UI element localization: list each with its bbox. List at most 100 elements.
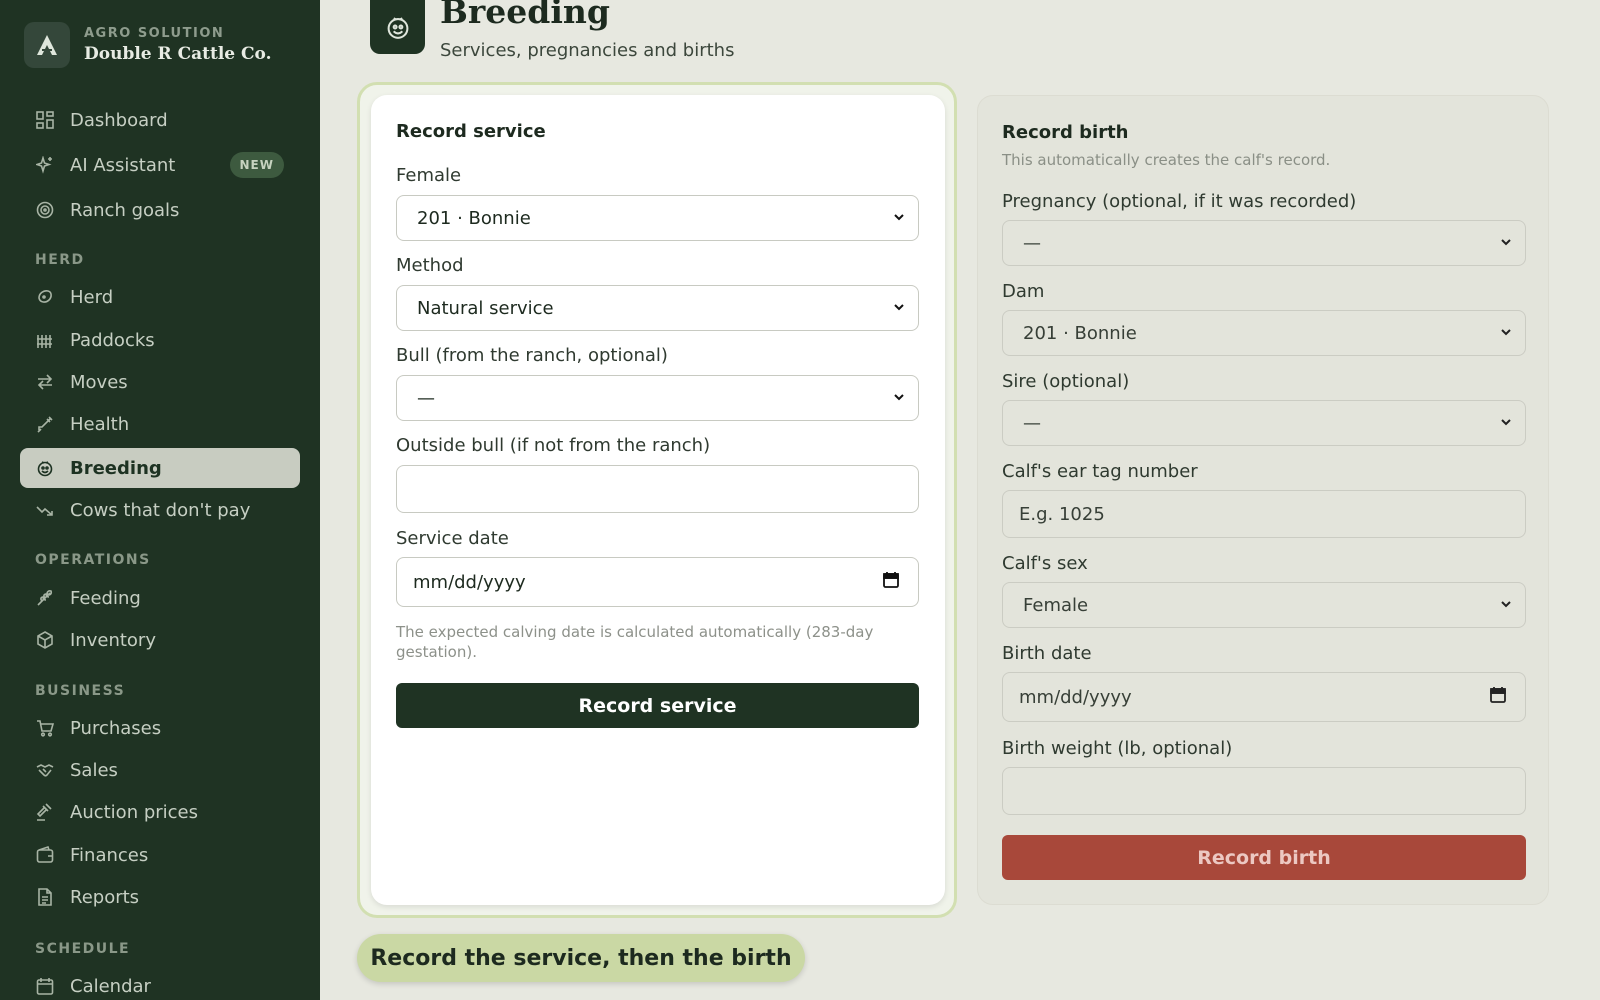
ear-tag-label: Calf's ear tag number bbox=[1002, 461, 1198, 482]
bull-select-value: — bbox=[417, 387, 435, 409]
sidebar-item-label: Breeding bbox=[70, 457, 162, 479]
sidebar-item-reports[interactable]: Reports bbox=[20, 877, 300, 917]
dam-label: Dam bbox=[1002, 281, 1045, 302]
sidebar-item-label: Cows that don't pay bbox=[70, 499, 251, 521]
sidebar-item-feeding[interactable]: Feeding bbox=[20, 578, 300, 618]
chevron-down-icon bbox=[894, 214, 904, 221]
new-badge: NEW bbox=[229, 152, 284, 178]
sidebar-item-label: Inventory bbox=[70, 629, 156, 651]
method-select[interactable]: Natural service bbox=[396, 285, 919, 331]
sidebar-item-label: Herd bbox=[70, 286, 114, 308]
instruction-callout: Record the service, then the birth bbox=[357, 934, 805, 982]
sidebar-item-label: Finances bbox=[70, 844, 149, 866]
bull-label: Bull (from the ranch, optional) bbox=[396, 345, 668, 366]
record-birth-button[interactable]: Record birth bbox=[1002, 835, 1526, 880]
breeding-icon bbox=[35, 458, 55, 478]
calendar-icon bbox=[35, 976, 55, 996]
handshake-icon bbox=[35, 760, 55, 780]
sidebar-item-breeding[interactable]: Breeding bbox=[20, 448, 300, 488]
calving-note: The expected calving date is calculated … bbox=[396, 623, 874, 661]
sidebar-item-moves[interactable]: Moves bbox=[20, 362, 300, 402]
target-icon bbox=[35, 200, 55, 220]
box-icon bbox=[35, 630, 55, 650]
calf-sex-select[interactable]: Female bbox=[1002, 582, 1526, 628]
record-service-card: Record service Female 201 · Bonnie Metho… bbox=[371, 95, 945, 905]
sidebar-item-auction-prices[interactable]: Auction prices bbox=[20, 792, 300, 832]
wallet-icon bbox=[35, 845, 55, 865]
cart-icon bbox=[35, 718, 55, 738]
female-select[interactable]: 201 · Bonnie bbox=[396, 195, 919, 241]
sidebar-item-label: Paddocks bbox=[70, 329, 155, 351]
method-label: Method bbox=[396, 255, 464, 276]
sidebar-item-label: Calendar bbox=[70, 975, 151, 997]
sidebar-item-dashboard[interactable]: Dashboard bbox=[20, 100, 300, 140]
sidebar-item-ranch-goals[interactable]: Ranch goals bbox=[20, 190, 300, 230]
calendar-icon[interactable] bbox=[1489, 686, 1507, 704]
sidebar-item-label: Ranch goals bbox=[70, 199, 180, 221]
sidebar-item-paddocks[interactable]: Paddocks bbox=[20, 320, 300, 360]
sidebar-item-inventory[interactable]: Inventory bbox=[20, 620, 300, 660]
breeding-header-icon bbox=[370, 0, 425, 54]
sidebar-item-label: Dashboard bbox=[70, 109, 168, 131]
record-service-title: Record service bbox=[396, 121, 546, 142]
record-service-button[interactable]: Record service bbox=[396, 683, 919, 728]
sidebar-item-purchases[interactable]: Purchases bbox=[20, 708, 300, 748]
service-date-label: Service date bbox=[396, 528, 509, 549]
section-label-schedule: SCHEDULE bbox=[35, 941, 131, 957]
ear-tag-input[interactable]: E.g. 1025 bbox=[1002, 490, 1526, 538]
sidebar-item-label: AI Assistant bbox=[70, 154, 176, 176]
syringe-icon bbox=[35, 414, 55, 434]
logo-icon bbox=[24, 22, 70, 68]
sidebar-item-label: Sales bbox=[70, 759, 118, 781]
chevron-down-icon bbox=[1501, 329, 1511, 336]
birth-date-label: Birth date bbox=[1002, 643, 1092, 664]
sidebar-item-label: Purchases bbox=[70, 717, 162, 739]
sidebar-item-health[interactable]: Health bbox=[20, 404, 300, 444]
female-label: Female bbox=[396, 165, 462, 186]
section-label-business: BUSINESS bbox=[35, 683, 126, 699]
birth-date-input[interactable]: mm/dd/yyyy bbox=[1002, 672, 1526, 722]
sidebar-item-sales[interactable]: Sales bbox=[20, 750, 300, 790]
sire-select-value: — bbox=[1023, 412, 1041, 434]
bull-select[interactable]: — bbox=[396, 375, 919, 421]
dam-select[interactable]: 201 · Bonnie bbox=[1002, 310, 1526, 356]
birth-weight-input[interactable] bbox=[1002, 767, 1526, 815]
calendar-icon[interactable] bbox=[882, 571, 900, 589]
chevron-down-icon bbox=[1501, 239, 1511, 246]
page-title: Breeding bbox=[440, 0, 610, 31]
outside-bull-input[interactable] bbox=[396, 465, 919, 513]
sidebar-item-finances[interactable]: Finances bbox=[20, 835, 300, 875]
brand[interactable]: AGRO SOLUTION Double R Cattle Co. bbox=[24, 22, 272, 68]
section-label-herd: HERD bbox=[35, 252, 85, 268]
record-birth-card: Record birth This automatically creates … bbox=[977, 95, 1549, 905]
sidebar-item-cows-that-dont-pay[interactable]: Cows that don't pay bbox=[20, 490, 300, 530]
dam-select-value: 201 · Bonnie bbox=[1023, 322, 1137, 344]
document-icon bbox=[35, 887, 55, 907]
sparkle-icon bbox=[35, 155, 55, 175]
trend-down-icon bbox=[35, 500, 55, 520]
calf-sex-select-value: Female bbox=[1023, 594, 1089, 616]
sidebar-item-herd[interactable]: Herd bbox=[20, 277, 300, 317]
sidebar-item-label: Health bbox=[70, 413, 130, 435]
arrows-icon bbox=[35, 372, 55, 392]
sire-label: Sire (optional) bbox=[1002, 371, 1130, 392]
wheat-icon bbox=[35, 588, 55, 608]
chevron-down-icon bbox=[894, 304, 904, 311]
pregnancy-select[interactable]: — bbox=[1002, 220, 1526, 266]
brand-name: Double R Cattle Co. bbox=[84, 44, 272, 64]
sidebar-item-ai-assistant[interactable]: AI Assistant NEW bbox=[20, 145, 300, 185]
sidebar-item-calendar[interactable]: Calendar bbox=[20, 966, 300, 1000]
fence-icon bbox=[35, 330, 55, 350]
sidebar-item-label: Moves bbox=[70, 371, 128, 393]
service-date-value: mm/dd/yyyy bbox=[413, 571, 526, 593]
chevron-down-icon bbox=[1501, 601, 1511, 608]
sire-select[interactable]: — bbox=[1002, 400, 1526, 446]
cow-icon bbox=[35, 287, 55, 307]
gavel-icon bbox=[35, 802, 55, 822]
pregnancy-label: Pregnancy (optional, if it was recorded) bbox=[1002, 191, 1357, 212]
sidebar-item-label: Feeding bbox=[70, 587, 141, 609]
service-date-input[interactable]: mm/dd/yyyy bbox=[396, 557, 919, 607]
female-select-value: 201 · Bonnie bbox=[417, 207, 531, 229]
page-subtitle: Services, pregnancies and births bbox=[440, 40, 735, 61]
pregnancy-select-value: — bbox=[1023, 232, 1041, 254]
